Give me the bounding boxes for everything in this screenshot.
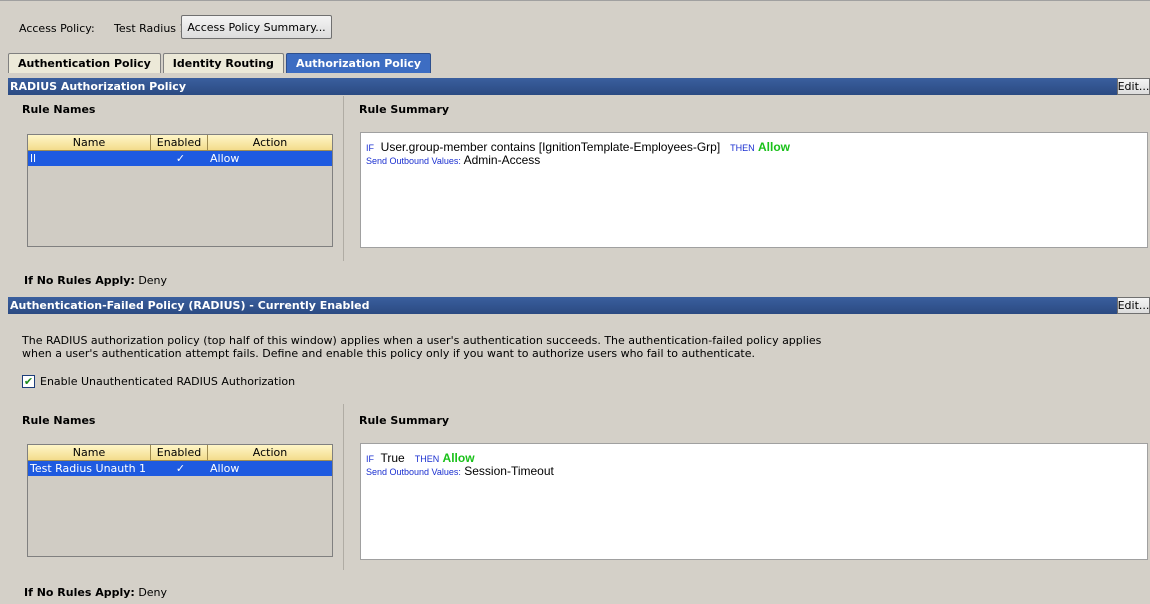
column-enabled[interactable]: Enabled: [151, 445, 208, 460]
access-policy-summary-button[interactable]: Access Policy Summary...: [181, 15, 332, 39]
top-bar: Access Policy: Test Radius 1 Access Poli…: [0, 0, 1150, 50]
no-rules-value: Deny: [138, 586, 168, 599]
rule-condition: User.group-member contains [IgnitionTemp…: [380, 140, 721, 154]
outbound-values-line: Send Outbound Values: Session-Timeout: [366, 464, 554, 478]
table-row[interactable]: ll ✓ Allow: [28, 151, 332, 166]
column-action[interactable]: Action: [208, 445, 332, 460]
tab-authentication-policy[interactable]: Authentication Policy: [8, 53, 161, 73]
column-name[interactable]: Name: [28, 135, 151, 150]
column-name[interactable]: Name: [28, 445, 151, 460]
tab-authorization-policy[interactable]: Authorization Policy: [285, 53, 432, 73]
rule-result: Allow: [442, 451, 475, 465]
failed-no-rules-apply: If No Rules Apply: Deny: [24, 586, 167, 599]
tab-identity-routing[interactable]: Identity Routing: [162, 53, 284, 73]
no-rules-value: Deny: [138, 274, 168, 287]
rule-action-cell: Allow: [210, 462, 240, 475]
outbound-values-label: Send Outbound Values:: [366, 156, 461, 166]
failed-rule-summary-panel: Rule Summary IF True THEN Allow Send Out…: [345, 404, 1150, 570]
rule-names-title: Rule Names: [22, 414, 96, 427]
enable-unauth-checkbox-label[interactable]: Enable Unauthenticated RADIUS Authorizat…: [40, 375, 295, 388]
no-rules-label: If No Rules Apply:: [24, 586, 135, 599]
failed-rule-table: Name Enabled Action Test Radius Unauth 1…: [27, 444, 333, 557]
column-enabled[interactable]: Enabled: [151, 135, 208, 150]
rule-summary-title: Rule Summary: [359, 414, 450, 427]
radius-rule-summary-box: IF User.group-member contains [IgnitionT…: [360, 132, 1148, 248]
check-icon: ✓: [175, 152, 186, 165]
if-keyword: IF: [366, 454, 374, 464]
policy-tabs: Authentication Policy Identity Routing A…: [8, 53, 433, 73]
failed-policy-title: Authentication-Failed Policy (RADIUS) - …: [10, 299, 370, 312]
no-rules-label: If No Rules Apply:: [24, 274, 135, 287]
access-policy-name: Test Radius 1: [114, 22, 187, 35]
rule-name-cell: ll: [30, 152, 37, 165]
rule-result: Allow: [758, 140, 791, 154]
rule-condition: True: [380, 451, 405, 465]
failed-policy-edit-button[interactable]: Edit...: [1117, 297, 1150, 314]
rule-name-cell: Test Radius Unauth 1: [30, 462, 147, 475]
table-header: Name Enabled Action: [28, 135, 332, 151]
outbound-values-value: Admin-Access: [463, 153, 541, 167]
outbound-values-value: Session-Timeout: [464, 464, 554, 478]
radius-rule-summary-panel: Rule Summary IF User.group-member contai…: [345, 96, 1150, 261]
then-keyword: THEN: [730, 143, 755, 153]
if-keyword: IF: [366, 143, 374, 153]
description-line-2: when a user's authentication attempt fai…: [22, 347, 756, 360]
failed-policy-header: Authentication-Failed Policy (RADIUS) - …: [8, 297, 1150, 314]
outbound-values-line: Send Outbound Values: Admin-Access: [366, 153, 540, 167]
rule-condition-line: IF True THEN Allow: [366, 451, 475, 465]
table-header: Name Enabled Action: [28, 445, 332, 461]
failed-rule-summary-box: IF True THEN Allow Send Outbound Values:…: [360, 443, 1148, 560]
radius-no-rules-apply: If No Rules Apply: Deny: [24, 274, 167, 287]
enable-unauth-checkbox-row[interactable]: ✔ Enable Unauthenticated RADIUS Authoriz…: [22, 375, 295, 388]
enable-unauth-checkbox[interactable]: ✔: [22, 375, 35, 388]
failed-policy-description: The RADIUS authorization policy (top hal…: [22, 334, 842, 360]
description-line-1: The RADIUS authorization policy (top hal…: [22, 334, 822, 347]
outbound-values-label: Send Outbound Values:: [366, 467, 461, 477]
failed-rule-names-panel: Rule Names Name Enabled Action Test Radi…: [8, 404, 344, 570]
radius-policy-title: RADIUS Authorization Policy: [10, 80, 186, 93]
radius-rule-names-panel: Rule Names Name Enabled Action ll ✓ Allo…: [8, 96, 344, 261]
table-row[interactable]: Test Radius Unauth 1 ✓ Allow: [28, 461, 332, 476]
check-icon: ✓: [175, 462, 186, 475]
then-keyword: THEN: [414, 454, 440, 464]
access-policy-label: Access Policy:: [19, 22, 95, 35]
rule-action-cell: Allow: [210, 152, 240, 165]
radius-rule-table: Name Enabled Action ll ✓ Allow: [27, 134, 333, 247]
radius-policy-header: RADIUS Authorization Policy Edit...: [8, 78, 1150, 95]
radius-policy-edit-button[interactable]: Edit...: [1117, 78, 1150, 95]
column-action[interactable]: Action: [208, 135, 332, 150]
rule-summary-title: Rule Summary: [359, 103, 450, 116]
rule-names-title: Rule Names: [22, 103, 96, 116]
rule-condition-line: IF User.group-member contains [IgnitionT…: [366, 140, 790, 154]
